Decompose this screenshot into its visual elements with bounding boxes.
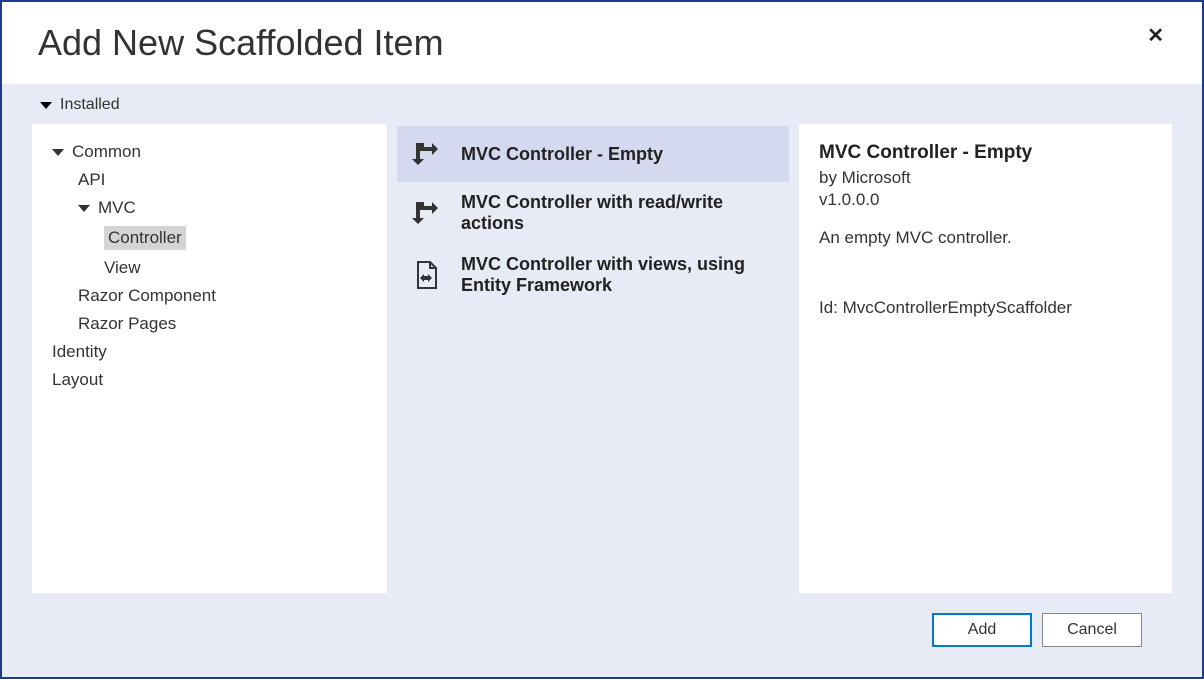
tree-item-identity[interactable]: Identity [52,338,377,366]
details-title: MVC Controller - Empty [819,142,1152,164]
details-version: v1.0.0.0 [819,190,1152,210]
section-installed[interactable]: Installed [40,96,1172,114]
tree-item-layout[interactable]: Layout [52,366,377,394]
template-list: MVC Controller - Empty MVC Controller wi… [397,124,789,593]
template-label: MVC Controller with views, using Entity … [461,254,777,296]
chevron-down-icon [52,149,64,156]
tree-label: Identity [52,342,107,362]
tree-label: Razor Pages [78,314,176,334]
controller-ef-icon [409,257,445,293]
tree-item-view[interactable]: View [104,254,377,282]
chevron-down-icon [78,205,90,212]
tree-item-razor-pages[interactable]: Razor Pages [78,310,377,338]
template-label: MVC Controller - Empty [461,144,663,165]
template-item-readwrite[interactable]: MVC Controller with read/write actions [397,182,789,244]
details-panel: MVC Controller - Empty by Microsoft v1.0… [799,124,1172,593]
tree-label: MVC [98,198,136,218]
tree-label: Controller [104,226,186,250]
tree-item-api[interactable]: API [78,166,377,194]
dialog-header: Add New Scaffolded Item ✕ [2,2,1202,84]
tree-item-common[interactable]: Common [52,138,377,166]
category-tree: Common API MVC Controller [32,124,387,593]
details-id: Id: MvcControllerEmptyScaffolder [819,298,1152,318]
template-item-empty[interactable]: MVC Controller - Empty [397,126,789,182]
tree-item-razor-component[interactable]: Razor Component [78,282,377,310]
add-button[interactable]: Add [932,613,1032,647]
details-author: by Microsoft [819,168,1152,188]
section-label: Installed [60,96,120,114]
panels-container: Common API MVC Controller [32,124,1172,593]
close-icon[interactable]: ✕ [1139,22,1172,50]
dialog-title: Add New Scaffolded Item [38,22,444,64]
tree-label: Layout [52,370,103,390]
tree-label: Common [72,142,141,162]
controller-icon [409,195,445,231]
tree-item-mvc[interactable]: MVC [78,194,377,222]
template-item-ef[interactable]: MVC Controller with views, using Entity … [397,244,789,306]
dialog-window: Add New Scaffolded Item ✕ Installed Comm… [0,0,1204,679]
tree-label: API [78,170,105,190]
dialog-body: Installed Common API MVC [2,84,1202,677]
details-description: An empty MVC controller. [819,228,1152,248]
controller-icon [409,136,445,172]
template-label: MVC Controller with read/write actions [461,192,777,234]
tree-label: View [104,258,141,278]
dialog-footer: Add Cancel [32,593,1172,677]
tree-item-controller[interactable]: Controller [104,222,377,254]
cancel-button[interactable]: Cancel [1042,613,1142,647]
chevron-down-icon [40,102,52,109]
tree-label: Razor Component [78,286,216,306]
